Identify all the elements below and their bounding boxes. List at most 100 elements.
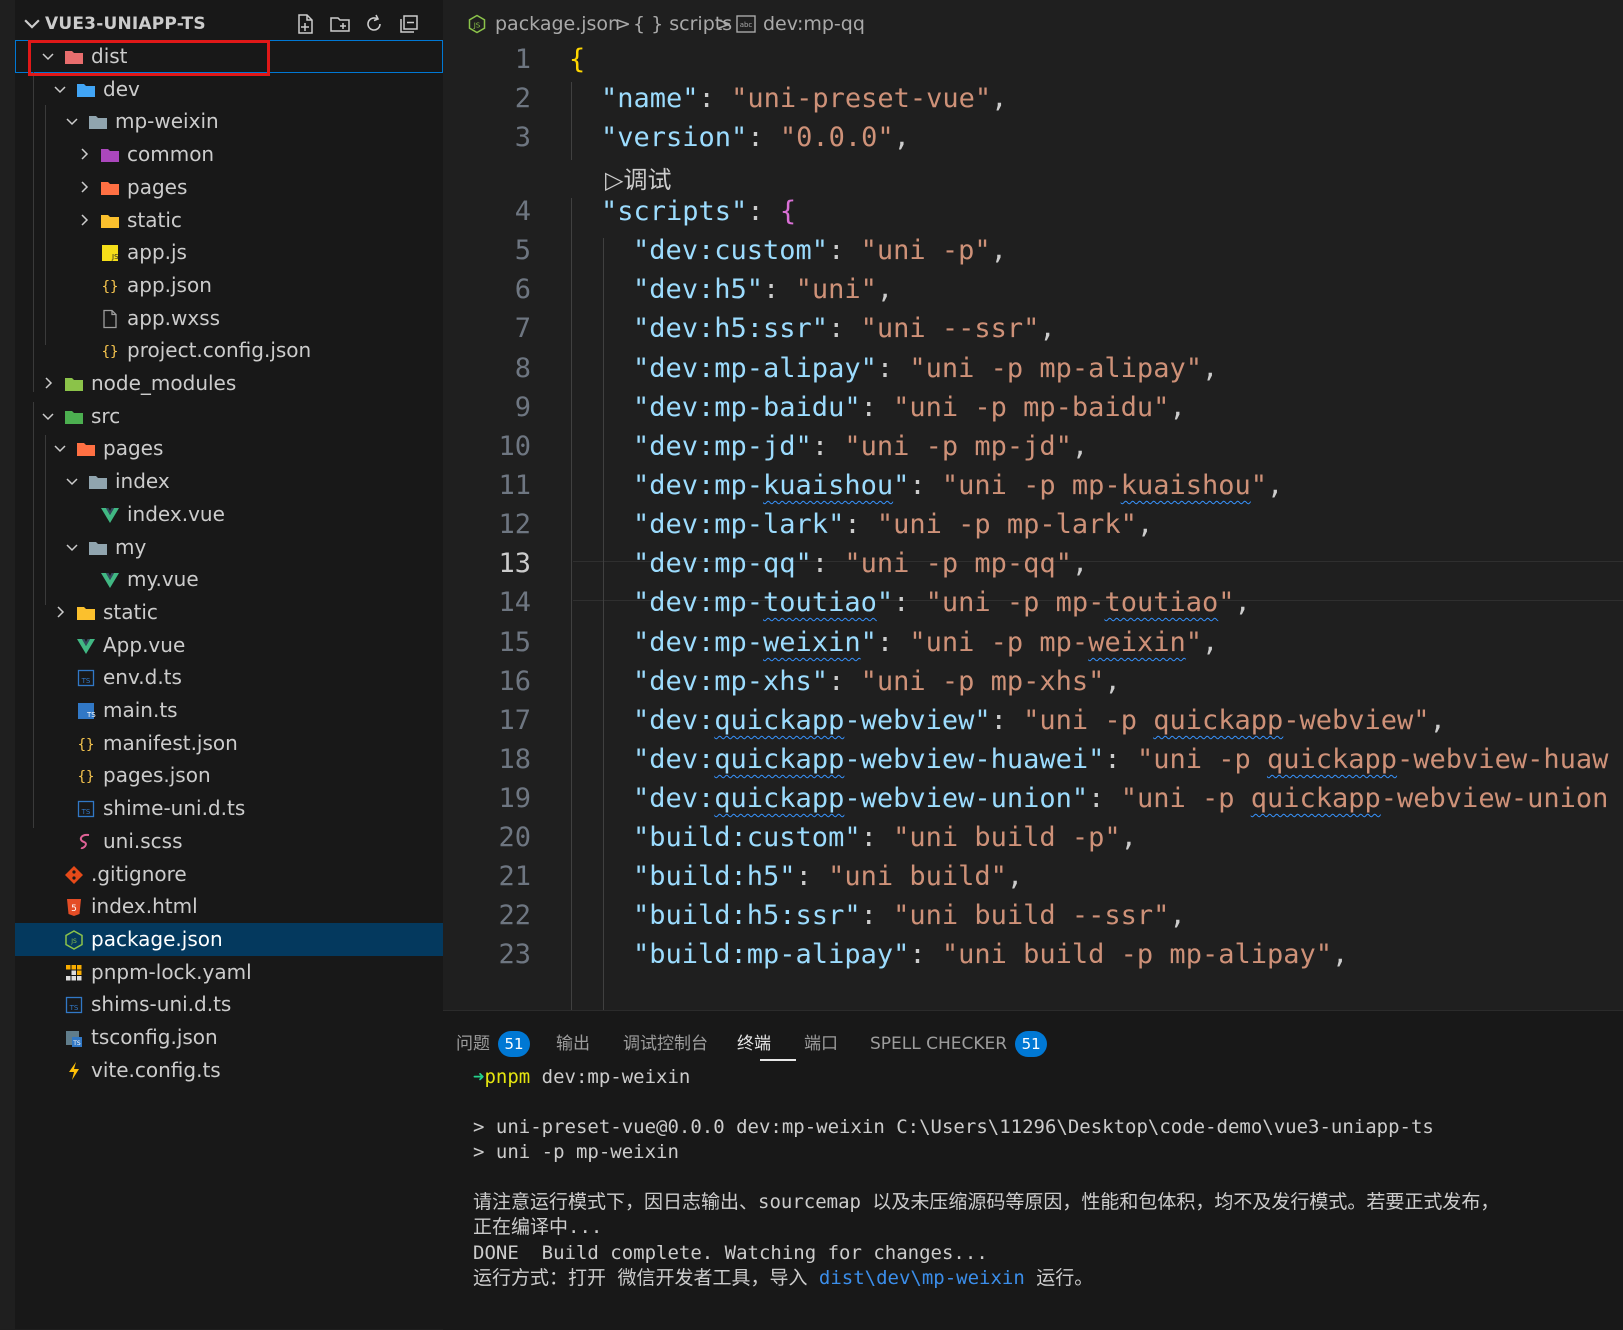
- chevron-down-icon[interactable]: [64, 473, 80, 489]
- js-file-icon: JS: [102, 245, 119, 262]
- code-line[interactable]: 19 "dev:quickapp-webview-union": "uni -p …: [443, 779, 1623, 819]
- tree-item[interactable]: TS main.ts: [15, 694, 443, 727]
- new-file-icon[interactable]: [293, 12, 317, 36]
- chevron-down-icon[interactable]: [21, 12, 43, 34]
- code-line[interactable]: 3 "version": "0.0.0",: [443, 118, 1623, 158]
- code-text: "dev:mp-xhs": "uni -p mp-xhs",: [633, 666, 1121, 697]
- panel-tab-label: 调试控制台: [623, 1034, 708, 1054]
- code-line[interactable]: 16 "dev:mp-xhs": "uni -p mp-xhs",: [443, 662, 1623, 702]
- tree-item-label: package.json: [91, 926, 223, 951]
- tree-item[interactable]: TS env.d.ts: [15, 661, 443, 694]
- tree-item[interactable]: JS app.js: [15, 236, 443, 269]
- chevron-right-icon[interactable]: [40, 375, 56, 391]
- refresh-icon[interactable]: [362, 12, 386, 36]
- code-text: "dev:quickapp-webview-huawei": "uni -p q…: [633, 744, 1609, 775]
- tree-item[interactable]: node_modules: [15, 367, 443, 400]
- tree-item[interactable]: my: [15, 531, 443, 564]
- code-line[interactable]: 9 "dev:mp-baidu": "uni -p mp-baidu",: [443, 388, 1623, 428]
- code-line[interactable]: 8 "dev:mp-alipay": "uni -p mp-alipay",: [443, 349, 1623, 389]
- tree-item-label: static: [103, 599, 158, 624]
- tree-item[interactable]: TS shims-uni.d.ts: [15, 988, 443, 1021]
- highlight-annotation: [28, 40, 270, 76]
- chevron-down-icon[interactable]: [52, 440, 68, 456]
- tree-item[interactable]: {} project.config.json: [15, 334, 443, 367]
- code-line[interactable]: 7 "dev:h5:ssr": "uni --ssr",: [443, 309, 1623, 349]
- chevron-right-icon[interactable]: [76, 146, 92, 162]
- code-line[interactable]: 18 "dev:quickapp-webview-huawei": "uni -p…: [443, 740, 1623, 780]
- line-number: 19: [498, 783, 531, 814]
- code-line[interactable]: 13 "dev:mp-qq": "uni -p mp-qq",: [443, 544, 1623, 584]
- tree-item[interactable]: App.vue: [15, 629, 443, 662]
- panel-tab[interactable]: 调试控制台: [623, 1029, 708, 1059]
- svg-text:{}: {}: [78, 769, 95, 785]
- code-text: "scripts": {: [601, 196, 797, 227]
- code-line[interactable]: 4 "scripts": {: [443, 192, 1623, 232]
- code-line[interactable]: 5 "dev:custom": "uni -p",: [443, 231, 1623, 271]
- folder-icon: [89, 476, 107, 490]
- tree-item[interactable]: 5 index.html: [15, 890, 443, 923]
- chevron-right-icon[interactable]: [76, 212, 92, 228]
- panel-tab[interactable]: 端口: [804, 1029, 838, 1059]
- code-line[interactable]: 22 "build:h5:ssr": "uni build --ssr",: [443, 896, 1623, 936]
- tree-item[interactable]: dev: [15, 73, 443, 106]
- terminal-path-link[interactable]: dist\dev\mp-weixin: [819, 1267, 1025, 1289]
- tree-item[interactable]: pnpm-lock.yaml: [15, 956, 443, 989]
- panel-tab[interactable]: SPELL CHECKER 51: [870, 1029, 1048, 1059]
- panel-tab[interactable]: 输出: [556, 1029, 590, 1059]
- new-folder-icon[interactable]: [328, 12, 352, 36]
- code-line[interactable]: 2 "name": "uni-preset-vue",: [443, 79, 1623, 119]
- tree-item[interactable]: pages: [15, 171, 443, 204]
- panel-tab[interactable]: 终端: [737, 1029, 771, 1059]
- code-line[interactable]: 12 "dev:mp-lark": "uni -p mp-lark",: [443, 505, 1623, 545]
- code-line[interactable]: 20 "build:custom": "uni build -p",: [443, 818, 1623, 858]
- collapse-all-icon[interactable]: [397, 12, 421, 36]
- chevron-down-icon[interactable]: [64, 539, 80, 555]
- static-folder-icon: [77, 606, 95, 620]
- chevron-down-icon[interactable]: [52, 81, 68, 97]
- active-tab-indicator: [760, 1059, 796, 1061]
- debug-codelens[interactable]: ▷调试: [605, 160, 671, 195]
- chevron-right-icon[interactable]: [76, 179, 92, 195]
- chevron-down-icon[interactable]: [40, 408, 56, 424]
- tree-item[interactable]: {} manifest.json: [15, 727, 443, 760]
- code-line[interactable]: 23 "build:mp-alipay": "uni build -p mp-al…: [443, 935, 1623, 975]
- code-line[interactable]: 1{: [443, 40, 1623, 80]
- tree-item[interactable]: {} app.json: [15, 269, 443, 302]
- prompt-arrow-icon: ➜: [473, 1066, 485, 1088]
- tree-item[interactable]: TS shime-uni.d.ts: [15, 792, 443, 825]
- tree-item[interactable]: my.vue: [15, 563, 443, 596]
- tree-item[interactable]: index.vue: [15, 498, 443, 531]
- code-line[interactable]: 21 "build:h5": "uni build",: [443, 857, 1623, 897]
- tree-item[interactable]: JS package.json: [15, 922, 443, 956]
- terminal-line: 请注意运行模式下，因日志输出、sourcemap 以及未压缩源码等原因，性能和包…: [473, 1191, 1500, 1213]
- tree-item[interactable]: app.wxss: [15, 302, 443, 335]
- code-editor[interactable]: JS package.json > { } scripts > abc dev:…: [443, 0, 1623, 1010]
- panel-tab[interactable]: 问题 51: [456, 1029, 530, 1059]
- src-folder-icon: [65, 410, 83, 424]
- line-number: 11: [498, 470, 531, 501]
- code-line[interactable]: 10 "dev:mp-jd": "uni -p mp-jd",: [443, 427, 1623, 467]
- chevron-down-icon[interactable]: [64, 113, 80, 129]
- svg-text:JS: JS: [111, 253, 119, 261]
- tree-item-label: index.vue: [127, 501, 225, 526]
- chevron-right-icon[interactable]: [52, 604, 68, 620]
- tree-item[interactable]: pages: [15, 432, 443, 465]
- tree-item[interactable]: common: [15, 138, 443, 171]
- code-text: "build:h5:ssr": "uni build --ssr",: [633, 900, 1186, 931]
- tree-item[interactable]: vite.config.ts: [15, 1054, 443, 1087]
- tree-item[interactable]: src: [15, 400, 443, 433]
- line-number: 4: [514, 196, 531, 227]
- tree-item[interactable]: static: [15, 596, 443, 629]
- tree-item[interactable]: mp-weixin: [15, 105, 443, 138]
- code-line[interactable]: 14 "dev:mp-toutiao": "uni -p mp-toutiao",: [443, 583, 1623, 623]
- code-line[interactable]: 17 "dev:quickapp-webview": "uni -p quicka…: [443, 701, 1623, 741]
- tree-item[interactable]: {} pages.json: [15, 759, 443, 792]
- code-line[interactable]: 15 "dev:mp-weixin": "uni -p mp-weixin",: [443, 623, 1623, 663]
- tree-item[interactable]: static: [15, 204, 443, 237]
- code-line[interactable]: 6 "dev:h5": "uni",: [443, 270, 1623, 310]
- code-line[interactable]: 11 "dev:mp-kuaishou": "uni -p mp-kuaishou…: [443, 466, 1623, 506]
- tree-item[interactable]: uni.scss: [15, 825, 443, 858]
- tree-item[interactable]: TS tsconfig.json: [15, 1021, 443, 1054]
- tree-item[interactable]: index: [15, 465, 443, 498]
- tree-item[interactable]: .gitignore: [15, 858, 443, 891]
